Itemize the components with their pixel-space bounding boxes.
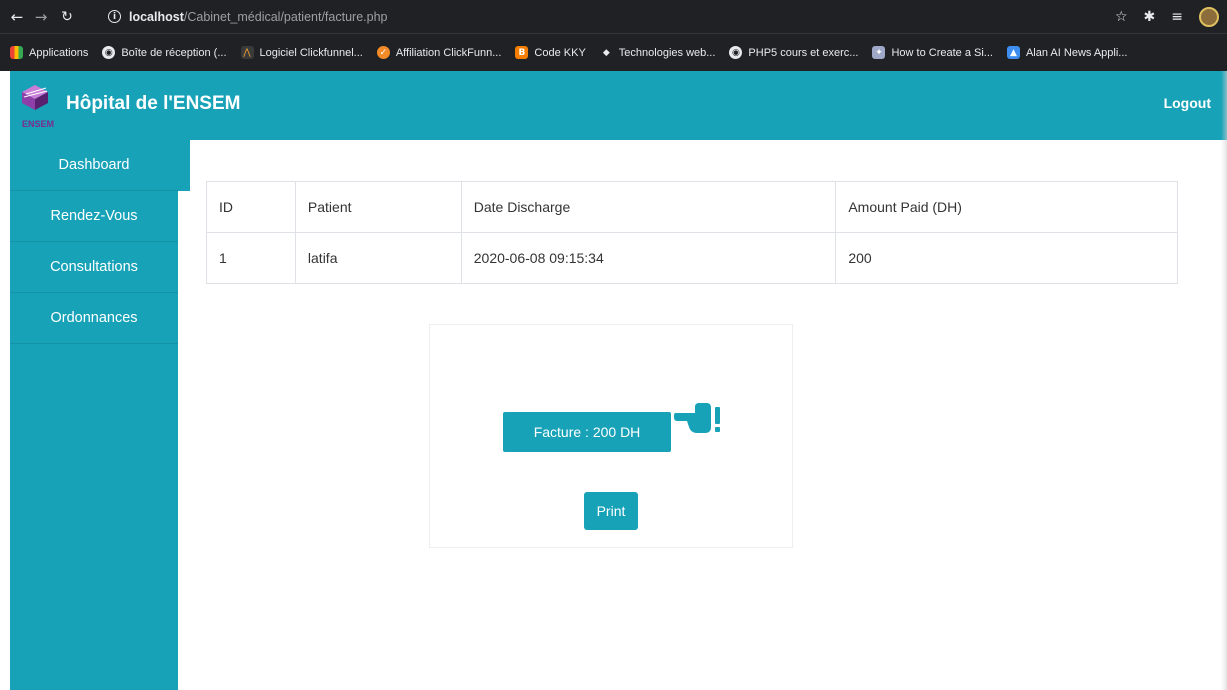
bookmark-php5-courses[interactable]: ◉ PHP5 cours et exerc...	[729, 46, 858, 59]
pointing-hand-icon	[674, 403, 720, 433]
bookmark-code-kky[interactable]: B Code KKY	[515, 46, 586, 59]
url-host: localhost	[129, 9, 184, 24]
table-header-row: ID Patient Date Discharge Amount Paid (D…	[206, 181, 1178, 233]
page-edge-shadow	[1221, 71, 1227, 690]
apps-grid-icon	[10, 46, 23, 59]
bookmark-label: Affiliation ClickFunn...	[395, 46, 502, 59]
app-header: ENSEM Hôpital de l'ENSEM Logout	[10, 71, 1227, 140]
facture-total-button[interactable]: Facture : 200 DH	[503, 412, 671, 452]
bookmarks-bar: Applications ◉ Boîte de réception (... ⋀…	[0, 33, 1227, 71]
bookmark-applications[interactable]: Applications	[10, 46, 88, 59]
invoice-card: Facture : 200 DH Print	[429, 324, 793, 548]
bookmark-how-to-create[interactable]: ✦ How to Create a Si...	[872, 46, 993, 59]
sidebar-item-ordonnances[interactable]: Ordonnances	[10, 293, 178, 344]
blogger-icon: B	[515, 46, 529, 59]
browser-toolbar: ← → ↻ i localhost/Cabinet_médical/patien…	[0, 0, 1227, 33]
app-title[interactable]: Hôpital de l'ENSEM	[66, 93, 240, 115]
bookmark-clickfunnels-software[interactable]: ⋀ Logiciel Clickfunnel...	[240, 46, 363, 59]
bookmark-label: Alan AI News Appli...	[1025, 46, 1128, 59]
alan-icon: ▲	[1006, 46, 1020, 59]
table-row: 1 latifa 2020-06-08 09:15:34 200	[206, 232, 1178, 284]
clickfunnels-icon: ⋀	[240, 46, 254, 59]
bookmark-star-icon[interactable]: ☆	[1115, 9, 1128, 25]
bookmark-label: How to Create a Si...	[891, 46, 993, 59]
active-indicator	[178, 140, 190, 191]
globe-icon: ◉	[102, 46, 116, 59]
cell-amount-paid: 200	[835, 232, 1178, 284]
bookmark-alan-ai[interactable]: ▲ Alan AI News Appli...	[1006, 46, 1128, 59]
sidebar-item-rendez-vous[interactable]: Rendez-Vous	[10, 191, 178, 242]
bookmark-label: Boîte de réception (...	[121, 46, 227, 59]
cell-id: 1	[206, 232, 296, 284]
bookmark-clickfunnels-affiliate[interactable]: ✓ Affiliation ClickFunn...	[376, 46, 502, 59]
media-queue-icon[interactable]: ≡	[1171, 9, 1183, 25]
logo-cube-icon	[22, 85, 48, 110]
site-icon: ✦	[872, 46, 886, 59]
header-patient: Patient	[294, 181, 462, 233]
logo-text: ENSEM	[22, 119, 55, 129]
globe-icon: ◉	[729, 46, 743, 59]
url-path: /Cabinet_médical/patient/facture.php	[183, 9, 388, 24]
reload-icon[interactable]: ↻	[56, 9, 78, 25]
forward-arrow-icon[interactable]: →	[30, 8, 52, 26]
header-id: ID	[206, 181, 296, 233]
bookmark-label: Technologies web...	[618, 46, 716, 59]
cell-date-discharge: 2020-06-08 09:15:34	[460, 232, 837, 284]
extensions-puzzle-icon[interactable]: ✱	[1144, 9, 1156, 25]
bookmark-web-technologies[interactable]: ◆ Technologies web...	[599, 46, 716, 59]
shield-icon: ✓	[376, 46, 390, 59]
sidebar-item-dashboard[interactable]: Dashboard	[10, 140, 178, 191]
bookmark-inbox[interactable]: ◉ Boîte de réception (...	[102, 46, 227, 59]
ensem-logo[interactable]: ENSEM	[20, 83, 55, 129]
url-text[interactable]: localhost/Cabinet_médical/patient/factur…	[129, 10, 387, 24]
print-button[interactable]: Print	[584, 492, 638, 530]
address-bar[interactable]: i localhost/Cabinet_médical/patient/fact…	[108, 5, 1118, 28]
site-icon: ◆	[599, 46, 613, 59]
sidebar-item-consultations[interactable]: Consultations	[10, 242, 178, 293]
bookmark-label: Applications	[29, 46, 89, 59]
bookmark-label: Logiciel Clickfunnel...	[259, 46, 363, 59]
cell-patient: latifa	[294, 232, 462, 284]
browser-actions: ☆ ✱ ≡	[1115, 4, 1219, 29]
back-arrow-icon[interactable]: ←	[6, 8, 28, 26]
profile-avatar[interactable]	[1199, 6, 1219, 27]
header-date-discharge: Date Discharge	[460, 181, 837, 233]
logout-link[interactable]: Logout	[1164, 95, 1211, 111]
sidebar: Dashboard Rendez-Vous Consultations Ordo…	[10, 140, 190, 690]
bookmark-label: PHP5 cours et exerc...	[748, 46, 859, 59]
site-info-icon[interactable]: i	[108, 10, 121, 23]
bookmark-label: Code KKY	[534, 46, 586, 59]
header-amount-paid: Amount Paid (DH)	[835, 181, 1178, 233]
discharge-table: ID Patient Date Discharge Amount Paid (D…	[206, 181, 1178, 284]
